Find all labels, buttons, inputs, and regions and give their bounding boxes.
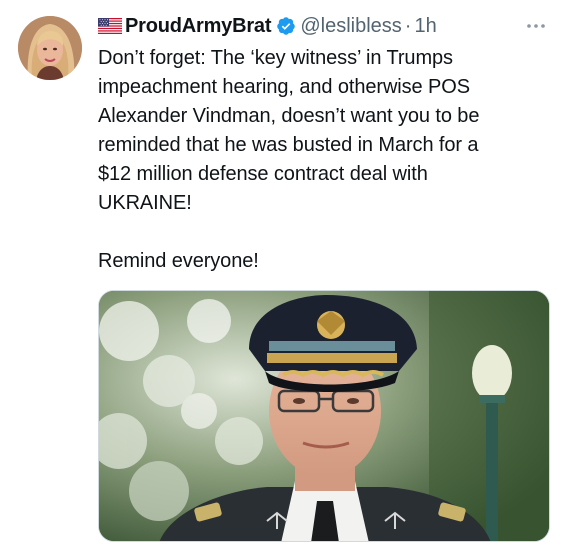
tweet-text-line: Don’t forget: The ‘key witness’ in Trump… — [98, 47, 453, 69]
display-name[interactable]: ProudArmyBrat — [125, 15, 272, 38]
tweet-text: Don’t forget: The ‘key witness’ in Trump… — [98, 44, 553, 276]
separator-dot: · — [404, 14, 412, 37]
tweet-header: ProudArmyBrat @leslibless · 1h — [98, 12, 437, 40]
us-flag-icon — [98, 18, 122, 34]
timestamp[interactable]: 1h — [414, 15, 436, 38]
tweet-text-line: reminded that he was busted in March for… — [98, 134, 479, 156]
tweet-photo[interactable] — [98, 290, 550, 542]
tweet-text-line: Alexander Vindman, doesn’t want you to b… — [98, 105, 480, 127]
avatar[interactable] — [18, 16, 82, 80]
tweet-text-line: UKRAINE! — [98, 192, 192, 214]
verified-badge-icon[interactable] — [276, 16, 296, 36]
user-handle[interactable]: @leslibless — [300, 15, 401, 38]
tweet-text-line: $12 million defense contract deal with — [98, 163, 428, 185]
tweet-text-line: Remind everyone! — [98, 250, 259, 272]
tweet-text-line: impeachment hearing, and otherwise POS — [98, 76, 470, 98]
tweet[interactable]: ProudArmyBrat @leslibless · 1h Don’t for… — [0, 0, 568, 550]
more-options-icon[interactable] — [523, 16, 549, 36]
